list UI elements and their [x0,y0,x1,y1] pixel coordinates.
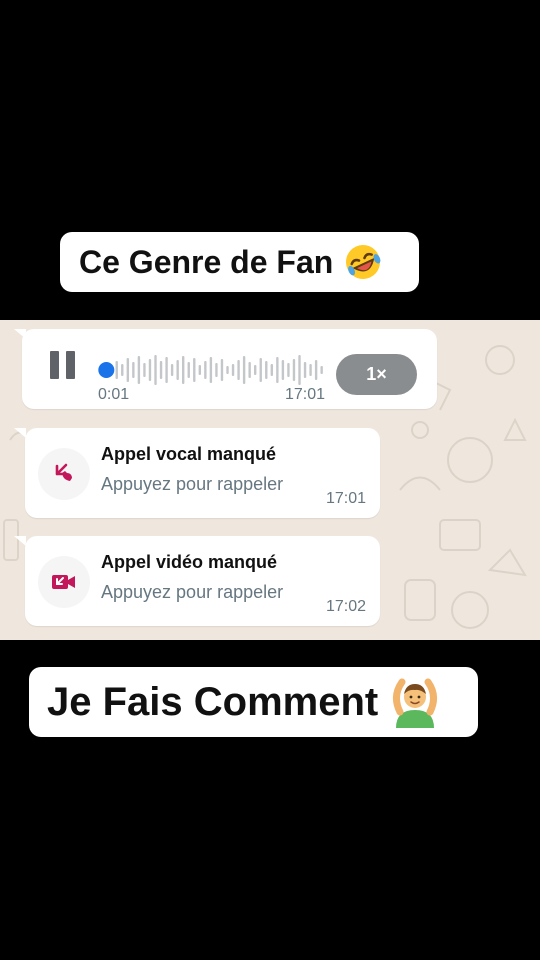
call-subtitle: Appuyez pour rappeler [101,474,284,494]
caption-top-text: Ce Genre de Fan [79,243,334,280]
waveform-bar [182,356,185,384]
caption-bottom: Je Fais Comment [29,667,478,737]
waveform-bar [148,359,152,381]
waveform-bar [126,358,130,382]
waveform-bar [159,361,163,379]
waveform-bar [176,360,179,380]
waveform-bar [170,364,174,376]
voice-message-bubble[interactable]: 0:01 17:01 1× [22,329,437,409]
voice-timestamp: 17:01 [285,386,326,403]
voice-elapsed-time: 0:01 [98,386,130,403]
waveform-bar [298,355,301,385]
waveform-bar [259,358,262,382]
missed-call-bubble[interactable]: Appel vidéo manqué Appuyez pour rappeler… [25,536,380,626]
waveform-bar [209,357,213,383]
playhead-handle[interactable] [98,362,115,378]
waveform-bar [320,366,323,374]
waveform-bar [231,364,235,376]
waveform-bar [265,361,268,379]
man-gesturing-ok-emoji-icon [390,676,440,728]
call-time: 17:01 [325,490,366,507]
waveform-bar [198,365,202,375]
missed-call-bubble[interactable]: Appel vocal manqué Appuyez pour rappeler… [25,428,380,518]
playback-speed-button[interactable]: 1× [336,354,417,395]
waveform-bar [193,358,196,382]
waveform-bar [276,357,279,383]
caption-bottom-text: Je Fais Comment [47,679,379,724]
missed-video-call-icon [38,556,90,608]
waveform-bar [137,356,141,384]
missed-voice-call-icon [38,448,90,500]
waveform-bar [242,356,246,384]
call-title: Appel vocal manqué [101,444,277,464]
caption-top: Ce Genre de Fan [60,232,419,292]
waveform-bar [220,359,224,381]
waveform-bar [314,360,318,380]
waveform-bar [226,366,229,374]
waveform-bar [292,359,296,381]
voice-waveform[interactable] [94,352,326,388]
waveform-bar [115,361,118,379]
waveform-bar [270,364,274,376]
rolling-laughing-emoji-icon [343,242,383,282]
waveform-bar [287,363,290,377]
pause-button[interactable] [50,351,76,379]
waveform-bar [165,357,168,383]
waveform-bar [237,360,240,380]
waveform-bar [187,362,190,378]
call-subtitle: Appuyez pour rappeler [101,582,284,602]
waveform-bar [309,364,312,376]
waveform-bar [143,363,146,377]
bubble-tail [14,536,26,546]
waveform-bar [248,362,251,378]
waveform-bar [254,365,257,375]
bubble-tail [14,428,26,438]
call-title: Appel vidéo manqué [101,552,278,572]
waveform-bar [281,360,285,380]
waveform-bar [154,355,157,385]
waveform-bar [204,361,207,379]
chat-area: 0:01 17:01 1× Appel vocal manqué Appuyez… [0,320,540,640]
waveform-bar [215,363,218,377]
waveform-bar [303,362,307,378]
waveform-bar [121,364,124,376]
call-time: 17:02 [325,598,366,615]
waveform-bar [132,362,135,378]
